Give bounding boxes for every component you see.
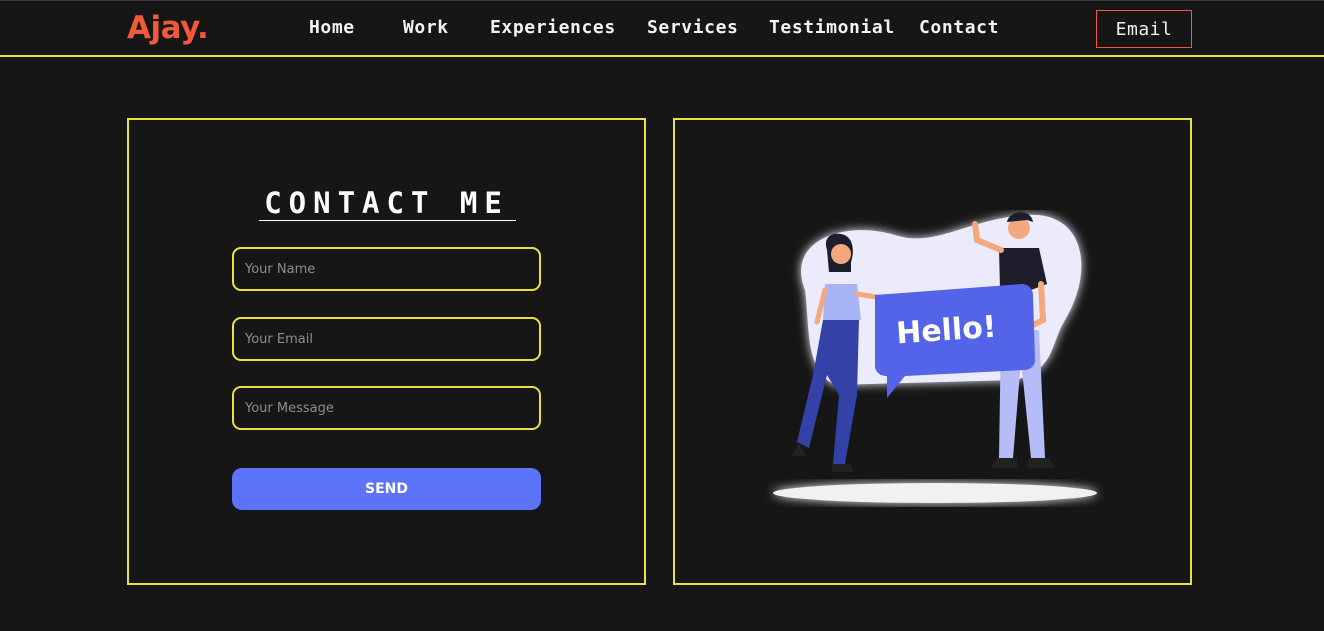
ground-shadow: [773, 483, 1097, 503]
nav-item-testimonial[interactable]: Testimonial: [769, 17, 895, 38]
illustration-panel: Hello!: [673, 118, 1192, 585]
sign-text: Hello!: [895, 310, 998, 352]
nav-item-work[interactable]: Work: [403, 17, 449, 38]
nav-item-contact[interactable]: Contact: [919, 17, 999, 38]
nav-item-experiences[interactable]: Experiences: [490, 17, 616, 38]
contact-title: CONTACT ME: [264, 186, 509, 220]
email-button[interactable]: Email: [1096, 10, 1192, 48]
nav-item-home[interactable]: Home: [309, 17, 355, 38]
name-input[interactable]: [232, 247, 541, 291]
hello-illustration: Hello!: [773, 212, 1097, 503]
contact-form-panel: CONTACT ME SEND: [127, 118, 646, 585]
logo[interactable]: Ajay.: [127, 10, 209, 46]
top-navigation-bar: Ajay. Home Work Experiences Services Tes…: [0, 0, 1324, 57]
send-button[interactable]: SEND: [232, 468, 541, 510]
email-input[interactable]: [232, 317, 541, 361]
nav-item-services[interactable]: Services: [647, 17, 739, 38]
message-input[interactable]: [232, 386, 541, 430]
title-underline: [259, 220, 516, 221]
